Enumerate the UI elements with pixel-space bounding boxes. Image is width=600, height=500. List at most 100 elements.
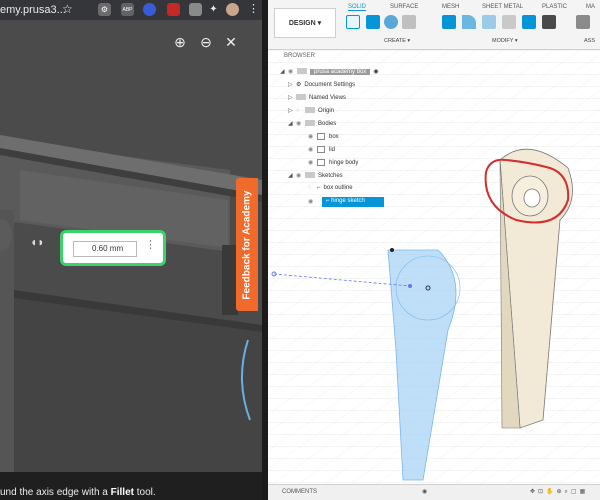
- body-box-label: box: [329, 134, 339, 141]
- tree-sketches[interactable]: ◢ ◉ Sketches: [288, 172, 343, 179]
- fillet-options-icon[interactable]: ⋮: [145, 238, 156, 251]
- caption-suffix: tool.: [133, 487, 156, 498]
- tree-root[interactable]: ◢ ◉ prusa academy box ◉: [280, 68, 379, 75]
- lesson-caption: und the axis edge with a Fillet tool.: [0, 472, 262, 500]
- create-menu[interactable]: CREATE ▾: [384, 38, 410, 44]
- tree-body-box[interactable]: ◉ box: [308, 133, 339, 140]
- extension-circle-icon[interactable]: [143, 3, 156, 16]
- gear-icon: ⚙: [296, 82, 302, 88]
- tree-document-settings[interactable]: ▷ ⚙ Document Settings: [288, 81, 355, 88]
- collapse-icon[interactable]: ◢: [280, 68, 288, 75]
- sketch-hinge-selected[interactable]: ⌐ hinge sketch: [322, 197, 384, 207]
- origin-label: Origin: [318, 108, 335, 114]
- document-settings-label: Document Settings: [304, 82, 356, 88]
- feedback-tab[interactable]: Feedback for Academy: [236, 178, 258, 311]
- feedback-label: Feedback for Academy: [241, 189, 253, 300]
- tree-bodies[interactable]: ◢ ◉ Bodies: [288, 120, 336, 127]
- eye-icon[interactable]: ◉: [288, 68, 297, 75]
- tab-mesh[interactable]: MESH: [442, 4, 459, 10]
- tree-sketch-box-outline[interactable]: ◌ ⌐ box outline: [308, 185, 353, 191]
- extension-abp-icon[interactable]: ABP: [121, 3, 134, 16]
- eye-icon[interactable]: ◌: [296, 108, 305, 114]
- collapse-icon[interactable]: ◢: [288, 172, 296, 179]
- fillet-radius-input[interactable]: 0.60 mm: [73, 241, 137, 257]
- activate-radio-icon[interactable]: ◉: [373, 69, 378, 75]
- folder-icon: [305, 172, 315, 179]
- bodies-label: Bodies: [318, 121, 337, 127]
- canvas-3d[interactable]: [268, 50, 600, 484]
- comments-label: COMMENTS: [282, 489, 317, 495]
- fusion-window: DESIGN ▾ SOLID SURFACE MESH SHEET METAL …: [268, 0, 600, 500]
- tab-plastic[interactable]: PLASTIC: [542, 4, 567, 10]
- browser-toolbar: emy.prusa3... ☆ ⚙ ABP ✦ ⋮: [0, 0, 262, 20]
- toolbar-ribbon: DESIGN ▾ SOLID SURFACE MESH SHEET METAL …: [268, 0, 600, 50]
- component-icon: [297, 68, 307, 75]
- body-icon: [317, 133, 325, 140]
- comments-bar: COMMENTS ◉ ✥⊡✋⊕⌕▢▦: [268, 484, 600, 500]
- tree-named-views[interactable]: ▷ Named Views: [288, 94, 346, 101]
- tree-body-lid[interactable]: ◉ lid: [308, 146, 335, 153]
- tree-sketch-hinge[interactable]: ◉: [308, 198, 317, 205]
- eye-icon[interactable]: ◉: [308, 198, 317, 205]
- menu-kebab-icon[interactable]: ⋮: [248, 2, 259, 15]
- eye-icon[interactable]: ◉: [308, 146, 317, 153]
- tab-surface[interactable]: SURFACE: [390, 4, 418, 10]
- eye-icon[interactable]: ◌: [308, 185, 317, 191]
- fillet-manipulator-icon[interactable]: ◖◗: [30, 235, 48, 249]
- tree-body-hinge[interactable]: ◉ hinge body: [308, 159, 358, 166]
- eye-icon[interactable]: ◉: [308, 133, 317, 140]
- modify-menu[interactable]: MODIFY ▾: [492, 38, 518, 44]
- extension-badge-9-icon[interactable]: [189, 3, 202, 16]
- extension-puzzle-icon[interactable]: ✦: [207, 3, 220, 16]
- fillet-icon[interactable]: [462, 15, 476, 29]
- combine-icon[interactable]: [522, 15, 536, 29]
- new-sketch-icon[interactable]: [346, 15, 360, 29]
- move-icon[interactable]: [542, 15, 556, 29]
- profile-avatar[interactable]: [226, 3, 239, 16]
- workspace-switcher[interactable]: DESIGN ▾: [274, 8, 336, 38]
- extension-badge-icon[interactable]: ⚙: [98, 3, 111, 16]
- folder-icon: [305, 107, 315, 114]
- browser-window: emy.prusa3... ☆ ⚙ ABP ✦ ⋮ ⊕ ⊖ ✕ ◖◗ 0.60 …: [0, 0, 262, 500]
- assemble-menu[interactable]: ASS: [584, 38, 595, 44]
- revolve-icon[interactable]: [384, 15, 398, 29]
- expand-icon[interactable]: ▷: [288, 107, 296, 114]
- shell-icon[interactable]: [502, 15, 516, 29]
- extension-red-icon[interactable]: [167, 3, 180, 16]
- model-viewer[interactable]: ⊕ ⊖ ✕ ◖◗ 0.60 mm ⋮: [0, 20, 262, 472]
- tab-solid[interactable]: SOLID: [348, 4, 367, 11]
- caption-text: und the axis edge with a: [0, 487, 111, 498]
- browser-panel-header: BROWSER: [272, 53, 392, 63]
- body-hinge-label: hinge body: [329, 160, 359, 167]
- zoom-out-icon[interactable]: ⊖: [198, 34, 214, 50]
- comments-toggle-icon[interactable]: ◉: [422, 488, 427, 495]
- expand-icon[interactable]: ▷: [288, 81, 296, 88]
- zoom-in-icon[interactable]: ⊕: [172, 34, 188, 50]
- joint-icon[interactable]: [576, 15, 590, 29]
- expand-icon[interactable]: ▷: [288, 94, 296, 101]
- body-icon: [317, 146, 325, 153]
- component-label: prusa academy box: [310, 69, 371, 75]
- body-icon: [317, 159, 325, 166]
- tree-origin[interactable]: ▷ ◌ Origin: [288, 107, 334, 114]
- fillet-dialog: 0.60 mm ⋮: [60, 230, 166, 266]
- close-icon[interactable]: ✕: [223, 34, 239, 50]
- address-bar[interactable]: emy.prusa3...: [0, 4, 66, 16]
- eye-icon[interactable]: ◉: [296, 120, 305, 127]
- hole-icon[interactable]: [402, 15, 416, 29]
- nav-toolbar[interactable]: ✥⊡✋⊕⌕▢▦: [530, 488, 588, 496]
- eye-icon[interactable]: ◉: [308, 159, 317, 166]
- bookmark-star-icon[interactable]: ☆: [62, 2, 73, 16]
- chamfer-icon[interactable]: [482, 15, 496, 29]
- eye-icon[interactable]: ◉: [296, 172, 305, 179]
- sketches-label: Sketches: [318, 173, 343, 179]
- push-pull-icon[interactable]: [442, 15, 456, 29]
- browser-title: BROWSER: [284, 53, 316, 59]
- tab-sheet-metal[interactable]: SHEET METAL: [482, 4, 523, 10]
- folder-icon: [305, 120, 315, 127]
- extrude-icon[interactable]: [366, 15, 380, 29]
- collapse-icon[interactable]: ◢: [288, 120, 296, 127]
- tab-manage[interactable]: MA: [586, 4, 595, 10]
- sketch-hinge-label: hinge sketch: [331, 198, 365, 204]
- sketch-icon: ⌐: [317, 185, 321, 191]
